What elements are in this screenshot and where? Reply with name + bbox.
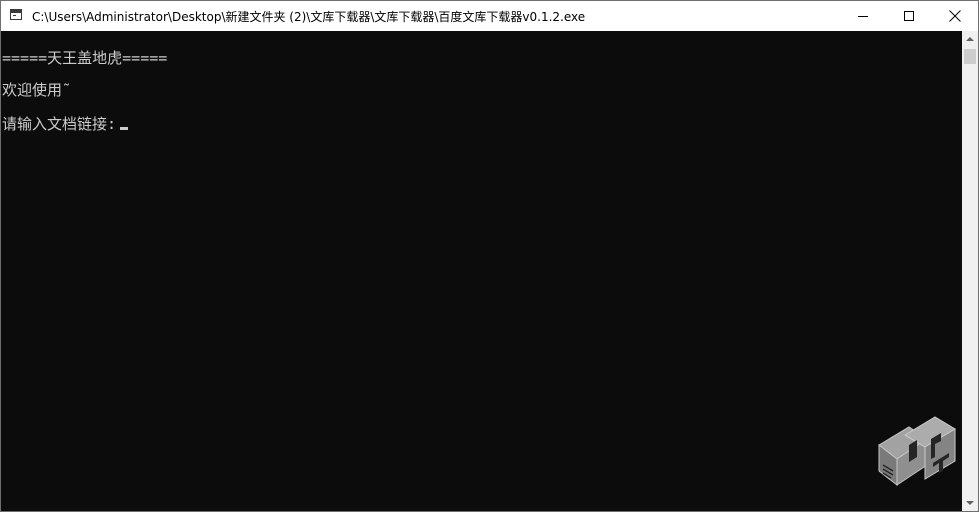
window-title: C:\Users\Administrator\Desktop\新建文件夹 (2)…: [32, 10, 586, 24]
scroll-up-icon[interactable]: [962, 31, 978, 48]
console-line-prompt[interactable]: 请输入文档链接:: [2, 113, 129, 134]
minimize-icon: [858, 16, 868, 17]
console-window: C:\Users\Administrator\Desktop\新建文件夹 (2)…: [0, 0, 979, 512]
close-button[interactable]: [932, 1, 978, 31]
text-cursor: [120, 127, 129, 130]
maximize-icon: [904, 11, 914, 21]
title-bar[interactable]: C:\Users\Administrator\Desktop\新建文件夹 (2)…: [1, 1, 978, 31]
console-app-icon[interactable]: [10, 9, 22, 20]
vertical-scrollbar[interactable]: [962, 31, 978, 511]
console-output[interactable]: =====天王盖地虎===== 欢迎使用˜ 请输入文档链接:: [1, 31, 962, 511]
scroll-thumb[interactable]: [964, 49, 976, 64]
console-line-welcome: 欢迎使用˜: [2, 81, 72, 99]
prompt-text: 请输入文档链接:: [2, 115, 117, 133]
close-icon: [949, 10, 961, 22]
scroll-down-icon[interactable]: [962, 494, 978, 511]
pxtech-logo: [878, 416, 956, 487]
minimize-button[interactable]: [840, 1, 886, 31]
maximize-button[interactable]: [886, 1, 932, 31]
console-line-banner: =====天王盖地虎=====: [2, 49, 168, 67]
